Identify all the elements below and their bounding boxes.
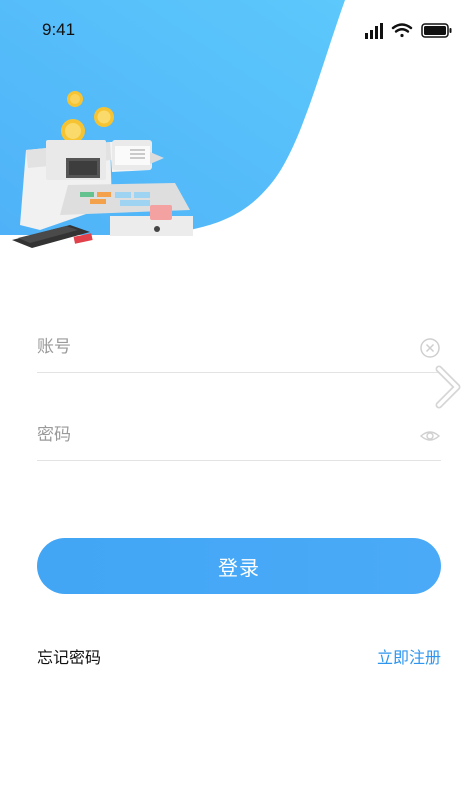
account-field bbox=[37, 322, 441, 373]
clear-circle-icon[interactable] bbox=[419, 337, 441, 359]
register-link[interactable]: 立即注册 bbox=[377, 644, 441, 668]
forgot-password-link[interactable]: 忘记密码 bbox=[37, 644, 101, 668]
coin-icon bbox=[67, 91, 83, 107]
eye-icon[interactable] bbox=[419, 425, 441, 447]
coin-icon bbox=[94, 107, 114, 127]
cellular-signal-icon bbox=[365, 23, 383, 39]
battery-icon bbox=[421, 23, 452, 38]
status-time: 9:41 bbox=[42, 20, 76, 39]
coin-icon bbox=[61, 119, 85, 143]
account-input[interactable] bbox=[37, 332, 397, 362]
status-bar: 9:41 bbox=[0, 0, 469, 60]
status-icons bbox=[365, 23, 452, 39]
wifi-icon bbox=[391, 23, 413, 38]
password-input[interactable] bbox=[37, 420, 397, 450]
password-field bbox=[37, 410, 441, 461]
login-button[interactable]: 登录 bbox=[37, 538, 441, 594]
chevron-right-icon[interactable] bbox=[430, 362, 464, 412]
